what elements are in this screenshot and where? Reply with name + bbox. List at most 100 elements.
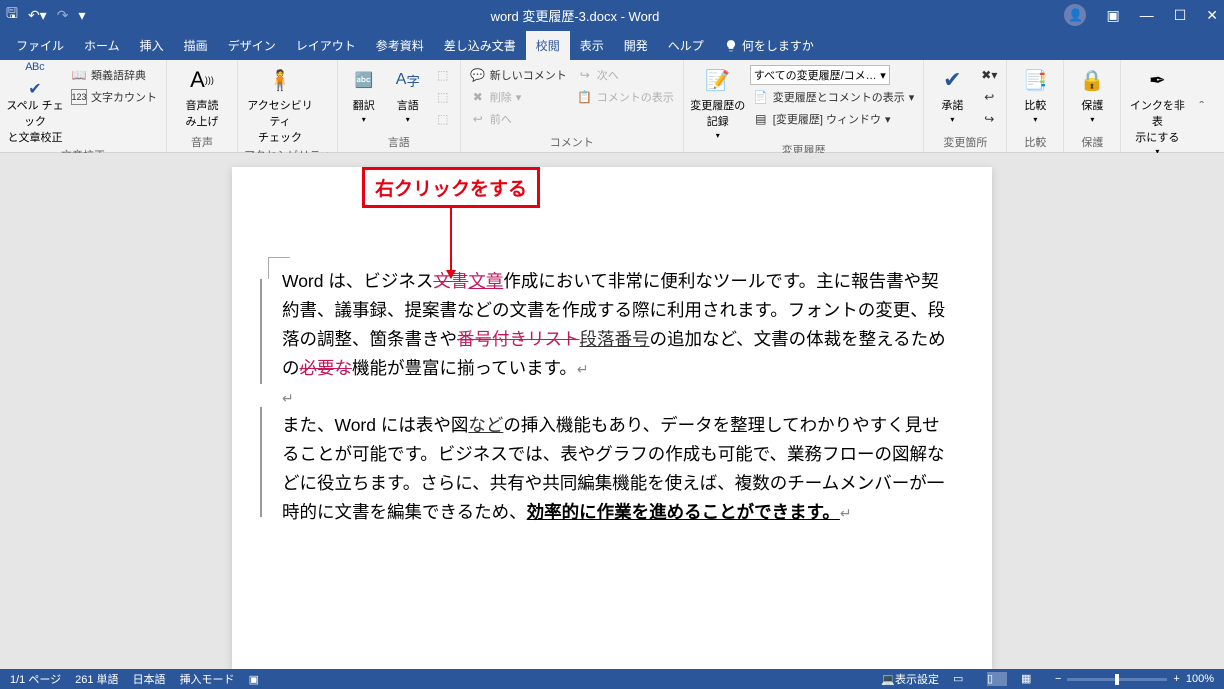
- next-change-button[interactable]: ↪: [978, 109, 1000, 129]
- view-print-icon[interactable]: ▯: [987, 672, 1007, 686]
- zoom-in-button[interactable]: +: [1173, 673, 1179, 685]
- prev-change-icon: ↩: [981, 89, 997, 105]
- delete-comment-button: ✖削除 ▾: [467, 87, 570, 107]
- text[interactable]: また、Word には表や図: [282, 415, 468, 435]
- minimize-icon[interactable]: —: [1140, 7, 1154, 23]
- readaloud-icon: A))): [187, 65, 217, 95]
- tab-mailings[interactable]: 差し込み文書: [434, 31, 526, 60]
- accept-button[interactable]: ✔ 承諾▾: [930, 63, 974, 124]
- language-button[interactable]: A字 言語▾: [388, 63, 428, 124]
- group-label: 変更箇所: [930, 132, 1000, 152]
- status-bar: 1/1 ページ 261 単語 日本語 挿入モード ▣ 💻表示設定 ▭ ▯ ▦ −…: [0, 669, 1224, 689]
- hide-ink-button[interactable]: ✒ インクを非表 示にする▾: [1127, 63, 1187, 156]
- chevron-down-icon: ▾: [880, 69, 886, 82]
- status-language[interactable]: 日本語: [133, 671, 166, 687]
- show-markup-button[interactable]: 📄変更履歴とコメントの表示 ▾: [750, 87, 918, 107]
- group-proofing: ᴬᴮᶜ✔ スペル チェック と文章校正 📖類義語辞典 123文字カウント 文章校…: [0, 60, 167, 152]
- tab-insert[interactable]: 挿入: [130, 31, 174, 60]
- pilcrow-icon: ↵: [282, 390, 294, 406]
- tell-me-search[interactable]: 何をしますか: [714, 31, 824, 60]
- tracked-format-change[interactable]: 効率的に作業を進めることができます。: [527, 502, 840, 522]
- status-page[interactable]: 1/1 ページ: [10, 671, 61, 687]
- tab-layout[interactable]: レイアウト: [286, 31, 366, 60]
- compare-button[interactable]: 📑 比較▾: [1013, 63, 1057, 124]
- accessibility-check-button[interactable]: 🧍 アクセシビリティ チェック: [244, 63, 316, 145]
- new-comment-button[interactable]: 💬新しいコメント: [467, 65, 570, 85]
- window-title: word 変更履歴-3.docx - Word: [85, 6, 1064, 25]
- tab-references[interactable]: 参考資料: [366, 31, 434, 60]
- tab-view[interactable]: 表示: [570, 31, 614, 60]
- pane-icon: ▤: [753, 111, 769, 127]
- track-icon: 📝: [703, 65, 733, 95]
- group-speech: A))) 音声読 み上げ 音声: [167, 60, 238, 152]
- tracked-deletion[interactable]: 必要な: [300, 358, 353, 378]
- save-icon[interactable]: 🖫: [6, 3, 18, 27]
- tab-design[interactable]: デザイン: [218, 31, 286, 60]
- status-insert-mode[interactable]: 挿入モード: [180, 671, 235, 687]
- view-web-icon[interactable]: ▦: [1021, 672, 1041, 686]
- maximize-icon[interactable]: ☐: [1174, 7, 1187, 24]
- language-icon: A字: [393, 65, 423, 95]
- readaloud-button[interactable]: A))) 音声読 み上げ: [173, 63, 231, 129]
- status-wordcount[interactable]: 261 単語: [75, 671, 118, 687]
- tracked-insertion[interactable]: 段落番号: [580, 329, 650, 349]
- change-bar: [260, 407, 262, 517]
- text[interactable]: 機能が豊富に揃っています。: [352, 358, 577, 378]
- document-area: 右クリックをする Word は、ビジネス文書文章作成において非常に便利なツールで…: [0, 153, 1224, 669]
- thesaurus-button[interactable]: 📖類義語辞典: [68, 65, 160, 85]
- view-readmode-icon[interactable]: ▭: [953, 672, 973, 686]
- collapse-ribbon-icon[interactable]: ˆ: [1193, 98, 1210, 114]
- tab-review[interactable]: 校閲: [526, 31, 570, 60]
- document-body[interactable]: Word は、ビジネス文書文章作成において非常に便利なツールです。主に報告書や契…: [282, 267, 952, 527]
- ribbon: ᴬᴮᶜ✔ スペル チェック と文章校正 📖類義語辞典 123文字カウント 文章校…: [0, 60, 1224, 153]
- close-icon[interactable]: ✕: [1206, 7, 1218, 24]
- zoom-slider[interactable]: [1067, 678, 1167, 681]
- macro-record-icon[interactable]: ▣: [249, 673, 259, 686]
- document-page[interactable]: Word は、ビジネス文書文章作成において非常に便利なツールです。主に報告書や契…: [232, 167, 992, 669]
- tab-draw[interactable]: 描画: [174, 31, 218, 60]
- show-icon: 📋: [577, 89, 593, 105]
- redo-icon[interactable]: ↷: [57, 7, 69, 24]
- lock-icon: 🔒: [1077, 65, 1107, 95]
- reviewing-pane-button[interactable]: ▤[変更履歴] ウィンドウ ▾: [750, 109, 918, 129]
- translate-button[interactable]: 🔤 翻訳▾: [344, 63, 384, 124]
- callout-text: 右クリックをする: [362, 167, 540, 208]
- tab-home[interactable]: ホーム: [74, 31, 130, 60]
- tracked-deletion[interactable]: 番号付きリスト: [457, 329, 580, 349]
- display-settings-button[interactable]: 💻表示設定: [881, 671, 939, 687]
- wordcount-button[interactable]: 123文字カウント: [68, 87, 160, 107]
- group-compare: 📑 比較▾ 比較: [1007, 60, 1064, 152]
- pilcrow-icon: ↵: [840, 505, 852, 521]
- group-protect: 🔒 保護▾ 保護: [1064, 60, 1121, 152]
- protect-button[interactable]: 🔒 保護▾: [1070, 63, 1114, 124]
- reject-button[interactable]: ✖▾: [978, 65, 1000, 85]
- track-changes-button[interactable]: 📝 変更履歴の 記録▾: [690, 63, 746, 140]
- translate-icon: 🔤: [349, 65, 379, 95]
- display-for-review-dropdown[interactable]: すべての変更履歴/コメ…▾: [750, 65, 890, 85]
- qat-customize-icon[interactable]: ▾: [78, 7, 85, 24]
- reject-icon: ✖▾: [981, 67, 997, 83]
- zoom-level[interactable]: 100%: [1186, 673, 1214, 685]
- margin-corner-icon: [268, 257, 290, 279]
- tab-file[interactable]: ファイル: [6, 31, 74, 60]
- spellcheck-button[interactable]: ᴬᴮᶜ✔ スペル チェック と文章校正: [6, 63, 64, 145]
- group-accessibility: 🧍 アクセシビリティ チェック アクセシビリティ: [238, 60, 338, 152]
- lang-sm3: ⬚: [432, 109, 454, 129]
- zoom-out-button[interactable]: −: [1055, 673, 1061, 685]
- lang-sm1: ⬚: [432, 65, 454, 85]
- undo-icon[interactable]: ↶▾: [28, 7, 47, 24]
- group-label: コメント: [467, 132, 677, 152]
- book-icon: 📖: [71, 67, 87, 83]
- tab-developer[interactable]: 開発: [614, 31, 658, 60]
- group-comments: 💬新しいコメント ✖削除 ▾ ↩前へ ↪次へ 📋コメントの表示 コメント: [461, 60, 684, 152]
- group-ink: ✒ インクを非表 示にする▾ インク: [1121, 60, 1193, 152]
- account-avatar-icon[interactable]: 👤: [1064, 4, 1086, 26]
- tracked-insertion[interactable]: など: [468, 415, 503, 435]
- ribbon-display-icon[interactable]: ▣: [1106, 7, 1119, 24]
- ribbon-tabs: ファイル ホーム 挿入 描画 デザイン レイアウト 参考資料 差し込み文書 校閲…: [0, 30, 1224, 60]
- prev-change-button[interactable]: ↩: [978, 87, 1000, 107]
- tab-help[interactable]: ヘルプ: [658, 31, 714, 60]
- compare-icon: 📑: [1020, 65, 1050, 95]
- accessibility-icon: 🧍: [265, 65, 295, 95]
- delete-icon: ✖: [470, 89, 486, 105]
